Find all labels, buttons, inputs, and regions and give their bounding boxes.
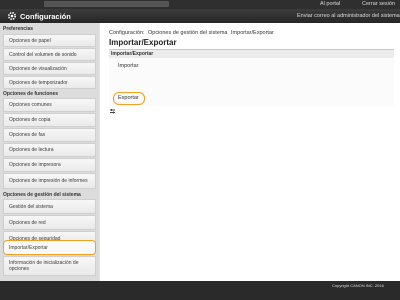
portal-link[interactable]: Al portal (320, 1, 340, 8)
sidebar-item-reports[interactable]: Opciones de impresión de informes (3, 173, 96, 189)
sidebar-item-paper[interactable]: Opciones de papel (3, 34, 96, 47)
sidebar-item-import-export[interactable]: Importar/Exportar (3, 240, 96, 255)
device-model-name (44, 1, 169, 7)
panel-heading: Importar/Exportar (109, 50, 394, 58)
page-header-title: Configuración (20, 12, 71, 21)
gear-icon (7, 11, 17, 21)
sidebar-item-volume[interactable]: Control del volumen de sonido (3, 48, 96, 61)
sidebar-item-common[interactable]: Opciones comunes (3, 98, 96, 112)
breadcrumb: Configuración: Opciones de gestión del s… (109, 30, 274, 37)
sidebar-item-copy[interactable]: Opciones de copia (3, 113, 96, 127)
sidebar-item-timer[interactable]: Opciones de temporizador (3, 76, 96, 89)
sidebar-item-initialize[interactable]: Información de inicialización de opcione… (3, 256, 96, 276)
import-link[interactable]: Importar (118, 63, 138, 70)
sidebar-section-preferences: Preferencias (3, 26, 34, 32)
mail-admin-link[interactable]: Enviar correo al administrador del siste… (297, 12, 400, 20)
import-export-panel: Importar/Exportar Importar Exportar (109, 50, 394, 106)
breadcrumb-root[interactable]: Configuración: (109, 30, 144, 36)
breadcrumb-current: Importar/Exportar (231, 30, 274, 36)
main-content: Configuración: Opciones de gestión del s… (100, 23, 400, 281)
export-link[interactable]: Exportar (113, 92, 145, 105)
page-title: Importar/Exportar (109, 38, 177, 47)
sidebar-item-network[interactable]: Opciones de red (3, 215, 96, 230)
sidebar: Preferencias Opciones de papel Control d… (0, 23, 99, 281)
header-bar: Configuración Enviar correo al administr… (0, 9, 400, 23)
sidebar-item-scan[interactable]: Opciones de lectura (3, 143, 96, 157)
sidebar-item-fax[interactable]: Opciones de fax (3, 128, 96, 142)
logout-link[interactable]: Cerrar sesión (362, 1, 395, 8)
sidebar-section-functions: Opciones de funciones (3, 91, 59, 97)
sidebar-item-display[interactable]: Opciones de visualización (3, 62, 96, 75)
top-strip: Al portal Cerrar sesión (0, 0, 400, 9)
tools-icon (110, 109, 115, 114)
sidebar-section-system: Opciones de gestión del sistema (3, 192, 81, 198)
sidebar-item-system-management[interactable]: Gestión del sistema (3, 199, 96, 214)
sidebar-item-printer[interactable]: Opciones de impresora (3, 158, 96, 172)
breadcrumb-system[interactable]: Opciones de gestión del sistema (146, 30, 230, 36)
footer: Copyright CANON INC. 2016 (0, 281, 400, 300)
copyright: Copyright CANON INC. 2016 (332, 283, 384, 288)
